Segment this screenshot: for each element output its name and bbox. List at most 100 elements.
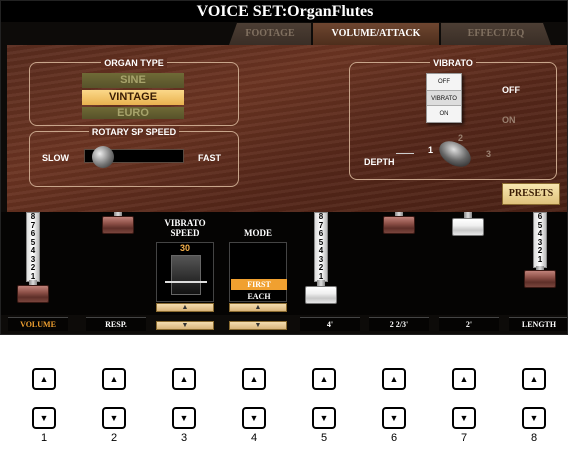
volume-drawbar-scale: 87654321 bbox=[26, 212, 40, 282]
vibrato-speed-up[interactable]: ▲ bbox=[156, 303, 214, 312]
panel-button-7-up[interactable]: ▲ bbox=[452, 368, 476, 390]
panel-button-column-5: ▲ ▼ 5 bbox=[309, 368, 339, 444]
volume-drawbar-handle[interactable] bbox=[17, 285, 49, 303]
organ-type-label: ORGAN TYPE bbox=[101, 58, 167, 68]
organ-type-euro[interactable]: EURO bbox=[82, 107, 184, 119]
panel-button-number: 7 bbox=[460, 432, 468, 444]
depth-mark-1: 1 bbox=[428, 145, 434, 155]
panel-button-3-up[interactable]: ▲ bbox=[172, 368, 196, 390]
presets-button[interactable]: PRESETS bbox=[502, 183, 560, 205]
length-drawbar-numbers: 654321 bbox=[534, 212, 546, 264]
panel-button-gap bbox=[519, 390, 549, 407]
mode-each[interactable]: EACH bbox=[231, 291, 287, 302]
volume-drawbar-numbers: 87654321 bbox=[27, 212, 39, 281]
mode-down[interactable]: ▼ bbox=[229, 321, 287, 330]
vibrato-speed-value: 30 bbox=[179, 243, 190, 253]
panel-button-number: 8 bbox=[530, 432, 538, 444]
panel-button-1-up[interactable]: ▲ bbox=[32, 368, 56, 390]
label-volume: VOLUME bbox=[8, 317, 68, 331]
panel-button-gap bbox=[29, 390, 59, 407]
resp-drawbar-handle[interactable] bbox=[102, 216, 134, 234]
panel-button-column-2: ▲ ▼ 2 bbox=[99, 368, 129, 444]
label-2-2-3-feet: 2 2/3' bbox=[369, 317, 429, 331]
vibrato-state-off: OFF bbox=[502, 85, 520, 95]
length-drawbar-handle[interactable] bbox=[524, 270, 556, 288]
organ-type-vintage[interactable]: VINTAGE bbox=[82, 90, 184, 105]
depth-mark-3: 3 bbox=[486, 149, 492, 159]
vibrato-speed-control[interactable]: 30 bbox=[156, 242, 214, 302]
depth-label: DEPTH bbox=[364, 157, 395, 167]
drawbar-area: 87654321 VIBRATO SPEED 30 ▲ MODE FIRST E… bbox=[1, 212, 567, 315]
panel-button-gap bbox=[379, 390, 409, 407]
rotary-fast-label: FAST bbox=[198, 153, 222, 163]
panel-button-column-4: ▲ ▼ 4 bbox=[239, 368, 269, 444]
vibrato-speed-down[interactable]: ▼ bbox=[156, 321, 214, 330]
vibrato-speed-heading-2: SPEED bbox=[170, 228, 200, 238]
vibrato-group: VIBRATO OFF VIBRATO ON OFF ON 2 1 3 DEPT… bbox=[349, 58, 557, 180]
panel-button-number: 5 bbox=[320, 432, 328, 444]
panel-button-column-1: ▲ ▼ 1 bbox=[29, 368, 59, 444]
drawbar-2-handle[interactable] bbox=[452, 218, 484, 236]
panel-button-8-down[interactable]: ▼ bbox=[522, 407, 546, 429]
panel-button-number: 6 bbox=[390, 432, 398, 444]
vibrato-speed-indicator bbox=[165, 281, 207, 283]
panel-button-6-up[interactable]: ▲ bbox=[382, 368, 406, 390]
label-2-feet: 2' bbox=[439, 317, 499, 331]
panel-button-column-7: ▲ ▼ 7 bbox=[449, 368, 479, 444]
panel-button-6-down[interactable]: ▼ bbox=[382, 407, 406, 429]
panel-button-7-down[interactable]: ▼ bbox=[452, 407, 476, 429]
panel-button-gap bbox=[309, 390, 339, 407]
tab-volume-attack[interactable]: VOLUME/ATTACK bbox=[313, 23, 439, 45]
panel-button-2-up[interactable]: ▲ bbox=[102, 368, 126, 390]
rotary-sp-speed-label: ROTARY SP SPEED bbox=[88, 127, 180, 137]
mode-heading: MODE bbox=[244, 228, 272, 238]
panel-button-number: 1 bbox=[40, 432, 48, 444]
depth-mark-2: 2 bbox=[458, 133, 464, 143]
lcd-screen: VOICE SET:OrganFlutes FOOTAGE VOLUME/ATT… bbox=[0, 0, 568, 335]
mode-control[interactable]: FIRST EACH bbox=[229, 242, 287, 302]
panel-button-gap bbox=[239, 390, 269, 407]
length-drawbar-scale: 654321 bbox=[533, 212, 547, 268]
panel-button-1-down[interactable]: ▼ bbox=[32, 407, 56, 429]
vibrato-state-on: ON bbox=[502, 115, 516, 125]
screen-title: VOICE SET:OrganFlutes bbox=[1, 1, 567, 22]
label-4-feet: 4' bbox=[300, 317, 360, 331]
label-resp: RESP. bbox=[86, 317, 146, 331]
panel-button-number: 4 bbox=[250, 432, 258, 444]
panel-button-column-6: ▲ ▼ 6 bbox=[379, 368, 409, 444]
organ-type-sine[interactable]: SINE bbox=[82, 73, 184, 88]
panel-button-4-down[interactable]: ▼ bbox=[242, 407, 266, 429]
rotary-slow-label: SLOW bbox=[42, 153, 69, 163]
mode-up[interactable]: ▲ bbox=[229, 303, 287, 312]
drawbar-number: 1 bbox=[537, 254, 543, 264]
vibrato-switch[interactable]: OFF VIBRATO ON bbox=[426, 73, 462, 123]
panel-button-gap bbox=[169, 390, 199, 407]
wood-panel: ORGAN TYPE SINE VINTAGE EURO ROTARY SP S… bbox=[7, 45, 567, 212]
label-length: LENGTH bbox=[509, 317, 567, 331]
panel-button-8-up[interactable]: ▲ bbox=[522, 368, 546, 390]
drawbar-4-handle[interactable] bbox=[305, 286, 337, 304]
rotary-sp-speed-group: ROTARY SP SPEED SLOW FAST bbox=[29, 127, 239, 187]
rotary-speed-knob[interactable] bbox=[92, 146, 114, 168]
mode-first[interactable]: FIRST bbox=[231, 279, 287, 290]
panel-button-3-down[interactable]: ▼ bbox=[172, 407, 196, 429]
vibrato-switch-on: ON bbox=[439, 111, 449, 117]
vibrato-switch-off: OFF bbox=[438, 79, 450, 85]
drawbar-2-2-3-handle[interactable] bbox=[383, 216, 415, 234]
drawbar-4-scale: 87654321 bbox=[314, 212, 328, 282]
drawbar-4-numbers: 87654321 bbox=[315, 212, 327, 281]
vibrato-switch-mid: VIBRATO bbox=[427, 90, 461, 106]
panel-button-gap bbox=[99, 390, 129, 407]
panel-button-4-up[interactable]: ▲ bbox=[242, 368, 266, 390]
panel-button-2-down[interactable]: ▼ bbox=[102, 407, 126, 429]
vibrato-speed-slider[interactable] bbox=[171, 255, 201, 295]
panel-button-5-up[interactable]: ▲ bbox=[312, 368, 336, 390]
tab-footage[interactable]: FOOTAGE bbox=[229, 23, 311, 45]
panel-button-gap bbox=[449, 390, 479, 407]
tab-effect-eq[interactable]: EFFECT/EQ bbox=[441, 23, 551, 45]
depth-knob[interactable] bbox=[434, 135, 476, 173]
organ-type-group: ORGAN TYPE SINE VINTAGE EURO bbox=[29, 58, 239, 126]
panel-button-5-down[interactable]: ▼ bbox=[312, 407, 336, 429]
depth-pointer-line bbox=[396, 153, 414, 154]
panel-button-column-8: ▲ ▼ 8 bbox=[519, 368, 549, 444]
